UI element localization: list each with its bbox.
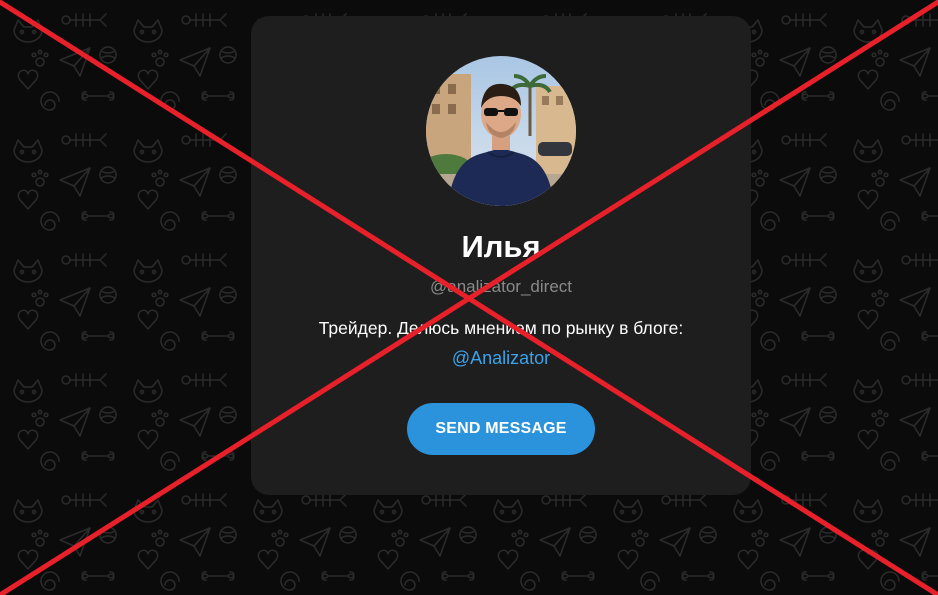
profile-username: @analizator_direct	[430, 277, 572, 296]
send-message-button[interactable]: SEND MESSAGE	[407, 403, 595, 455]
bio-channel-link[interactable]: @Analizator	[251, 345, 751, 371]
profile-name: Илья	[461, 229, 541, 264]
profile-avatar	[426, 56, 576, 206]
profile-card: Илья @analizator_direct Трейдер. Делюсь …	[251, 16, 751, 495]
profile-bio: Трейдер. Делюсь мнением по рынку в блоге…	[318, 318, 684, 338]
